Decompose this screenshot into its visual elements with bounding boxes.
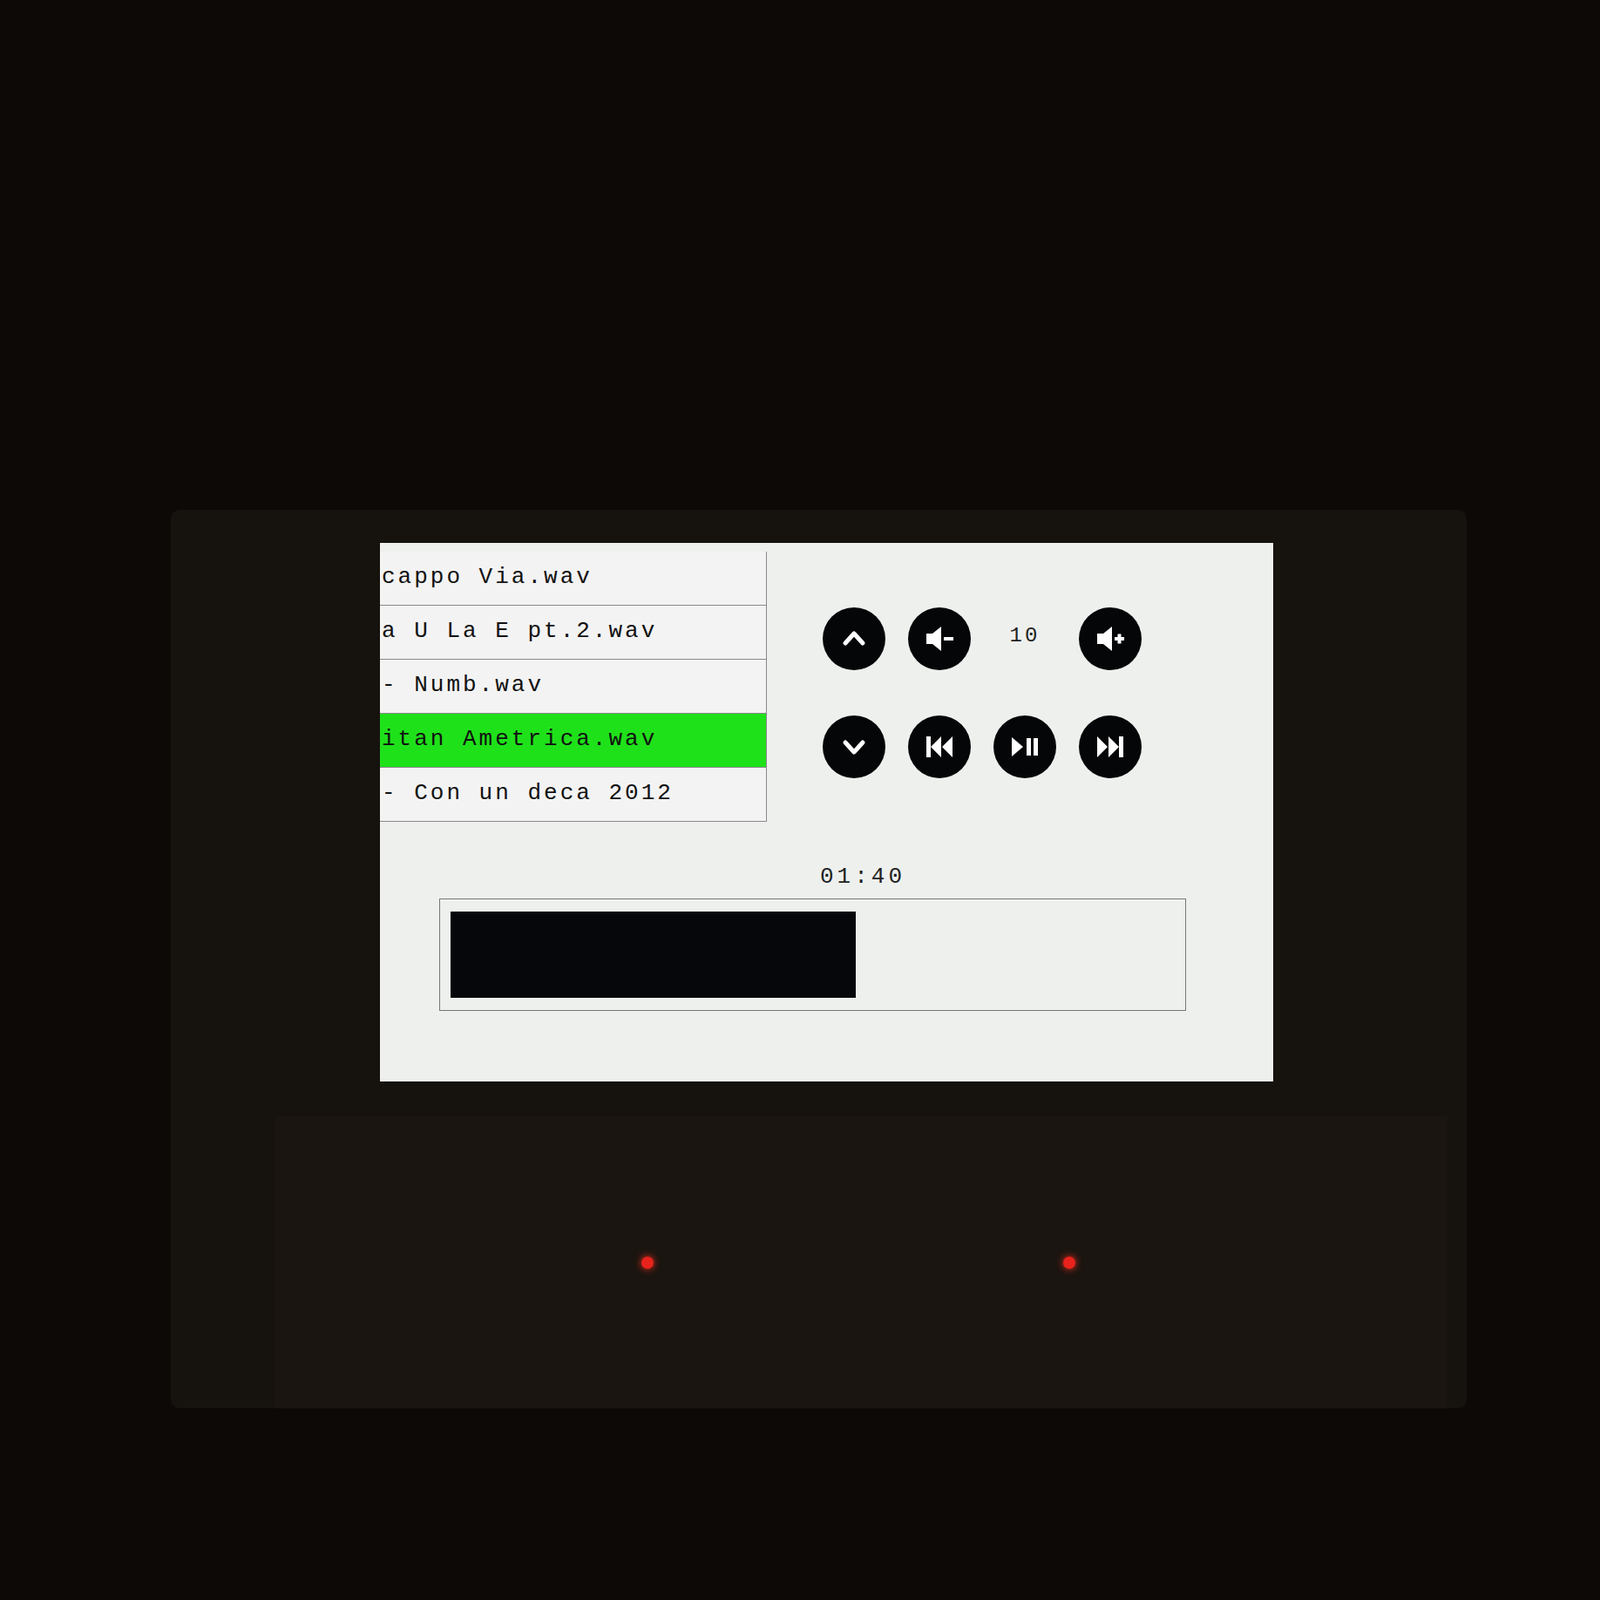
playlist-item[interactable]: itan Ametrica.wav	[379, 713, 767, 768]
chevron-up-icon	[836, 621, 872, 657]
volume-down-button[interactable]	[908, 607, 971, 671]
scroll-up-button[interactable]	[822, 607, 886, 671]
previous-button[interactable]	[908, 715, 971, 779]
speaker-plus-icon	[1091, 619, 1130, 658]
progress-bar[interactable]	[439, 898, 1187, 1011]
playlist-item[interactable]: - Con un deca 2012	[379, 767, 767, 822]
next-button[interactable]	[1078, 715, 1142, 779]
playlist-item[interactable]: a U La E pt.2.wav	[379, 605, 767, 660]
speaker-minus-icon	[920, 619, 959, 658]
controls: 10	[822, 607, 1142, 779]
photo-background: cappo Via.wava U La E pt.2.wav- Numb.wav…	[0, 0, 1600, 1600]
playlist-item[interactable]: cappo Via.wav	[379, 551, 767, 606]
volume-up-button[interactable]	[1078, 607, 1142, 671]
lcd-screen: cappo Via.wava U La E pt.2.wav- Numb.wav…	[379, 542, 1274, 1082]
chevron-down-icon	[836, 729, 872, 765]
red-led	[641, 1256, 654, 1269]
top-area: cappo Via.wava U La E pt.2.wav- Numb.wav…	[379, 551, 1274, 822]
play-pause-button[interactable]	[993, 715, 1057, 779]
volume-value: 10	[1010, 623, 1041, 655]
progress-fill	[450, 911, 856, 998]
playlist: cappo Via.wava U La E pt.2.wav- Numb.wav…	[379, 551, 767, 822]
scroll-down-button[interactable]	[822, 715, 886, 779]
next-track-icon	[1091, 727, 1130, 767]
play-pause-icon	[1005, 727, 1045, 767]
discovery-board: cappo Via.wava U La E pt.2.wav- Numb.wav…	[170, 509, 1467, 1409]
elapsed-time: 01:40	[820, 863, 1274, 890]
playlist-item[interactable]: - Numb.wav	[379, 659, 767, 714]
previous-track-icon	[920, 727, 959, 767]
pcb-strip	[275, 1116, 1448, 1409]
red-led	[1063, 1256, 1076, 1269]
